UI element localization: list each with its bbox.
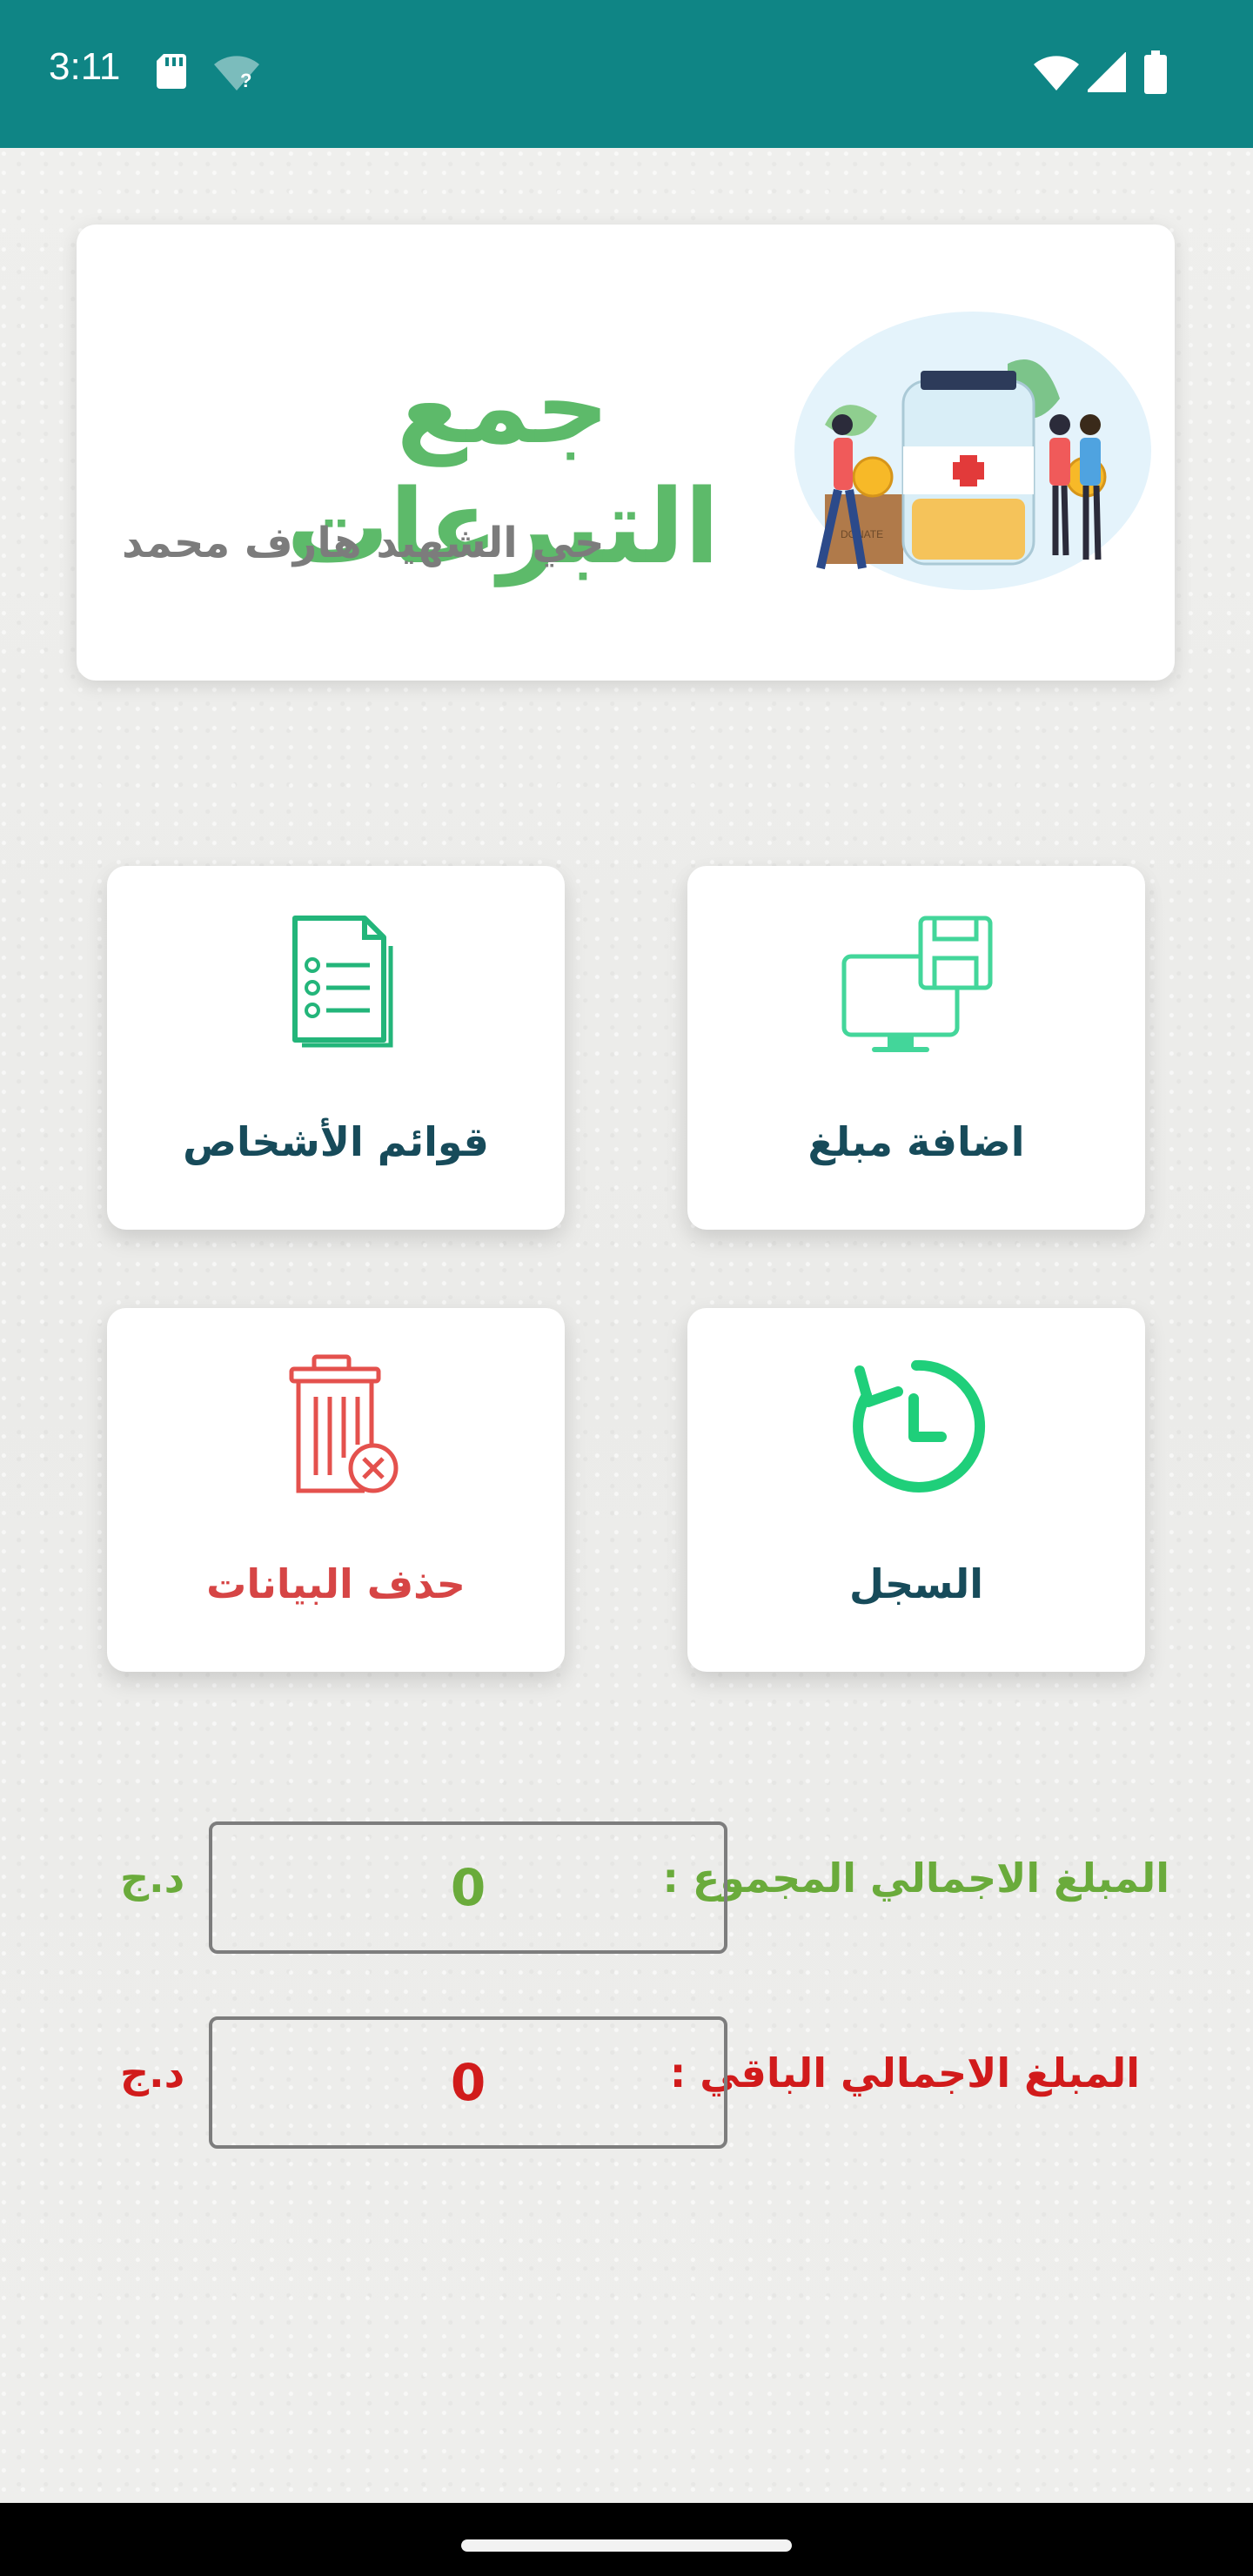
svg-text:DONATE: DONATE xyxy=(841,528,883,540)
total-collected-row: المبلغ الاجمالي المجموع : 0 د.ج xyxy=(0,1821,1253,1961)
status-bar: 3:11 ? xyxy=(0,0,1253,148)
list-document-icon xyxy=(292,916,393,1048)
delete-data-label: حذف البيانات xyxy=(206,1560,466,1607)
wifi-question-icon: ? xyxy=(214,56,259,91)
header-card: جمع التبرعات حي الشهيد هارف محمد DONATE xyxy=(77,225,1175,681)
total-remaining-value: 0 xyxy=(209,2016,727,2149)
history-label: السجل xyxy=(848,1560,984,1607)
home-gesture-handle[interactable] xyxy=(461,2539,792,2552)
status-time: 3:11 xyxy=(49,45,121,88)
sd-card-icon xyxy=(157,54,186,89)
wifi-icon xyxy=(1034,56,1079,91)
history-clock-icon xyxy=(853,1359,986,1493)
delete-trash-icon xyxy=(289,1354,399,1493)
total-remaining-row: المبلغ الاجمالي الباقي : 0 د.ج xyxy=(0,2016,1253,2156)
total-remaining-label: المبلغ الاجمالي الباقي : xyxy=(669,2049,1140,2096)
total-collected-value: 0 xyxy=(209,1821,727,1954)
people-lists-label: قوائم الأشخاص xyxy=(183,1118,489,1165)
navigation-bar xyxy=(0,2503,1253,2576)
history-button[interactable]: السجل xyxy=(687,1308,1145,1672)
collected-currency: د.ج xyxy=(120,1855,185,1902)
remaining-currency: د.ج xyxy=(120,2049,185,2096)
add-amount-label: اضافة مبلغ xyxy=(807,1118,1025,1165)
battery-icon xyxy=(1144,50,1167,94)
computer-save-icon xyxy=(841,916,993,1052)
delete-data-button[interactable]: حذف البيانات xyxy=(107,1308,565,1672)
add-amount-button[interactable]: اضافة مبلغ xyxy=(687,866,1145,1230)
people-lists-button[interactable]: قوائم الأشخاص xyxy=(107,866,565,1230)
total-collected-label: المبلغ الاجمالي المجموع : xyxy=(662,1855,1169,1902)
subtitle-text: حي الشهيد هارف محمد xyxy=(122,519,605,567)
signal-icon xyxy=(1088,52,1126,92)
svg-text:?: ? xyxy=(240,70,251,91)
donation-jar-illustration: DONATE xyxy=(794,312,1151,590)
app-subtitle: حي الشهيد هارف محمد xyxy=(122,519,731,567)
